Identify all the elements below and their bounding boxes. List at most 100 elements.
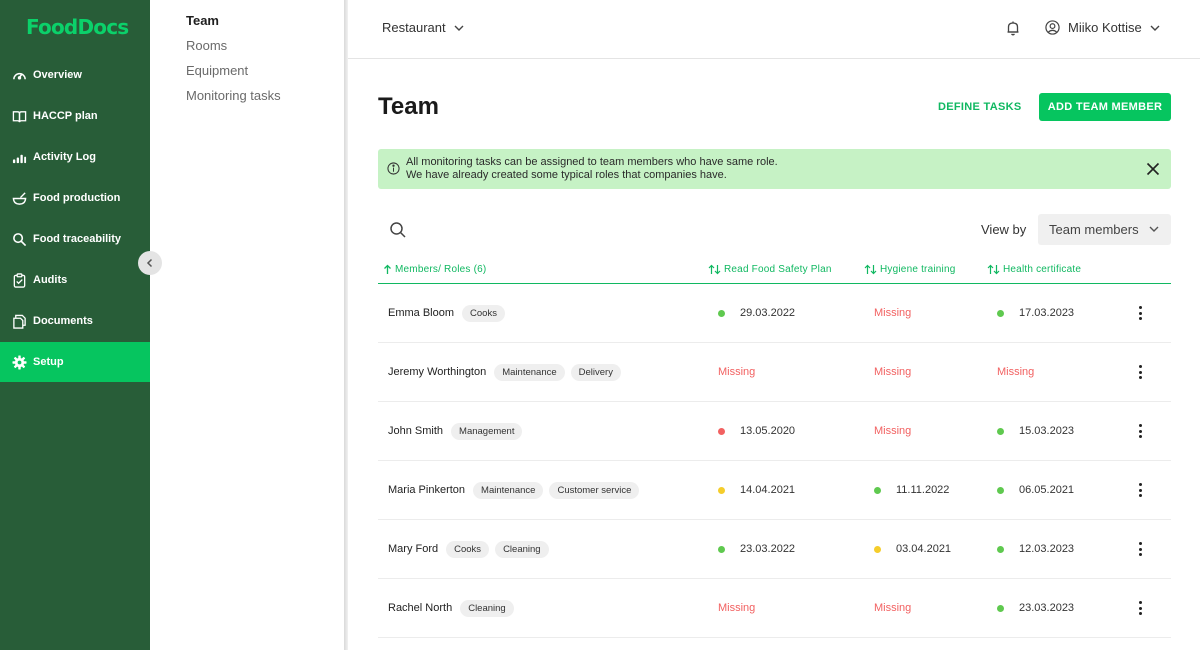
nav-item-label: Setup	[33, 356, 64, 368]
gauge-icon	[13, 72, 26, 80]
cell-hygiene: 03.04.2021	[874, 520, 951, 578]
view-by-value: Team members	[1049, 222, 1139, 237]
status-date: 12.03.2023	[1019, 543, 1075, 555]
chevron-left-icon	[146, 258, 153, 268]
status-dot	[874, 545, 881, 553]
status-date: 11.11.2022	[896, 484, 950, 496]
define-tasks-button[interactable]: DEFINE TASKS	[928, 93, 1031, 121]
nav-item-label: Documents	[33, 315, 93, 327]
member-name[interactable]: Jeremy Worthington	[388, 366, 486, 378]
role-chip: Customer service	[549, 481, 640, 499]
missing-status: Missing	[874, 366, 912, 378]
nav-item-label: Food production	[33, 192, 121, 204]
row-actions-menu-icon[interactable]	[1134, 540, 1146, 558]
member-cell: John Smith Management	[388, 402, 523, 460]
status-dot	[718, 427, 725, 435]
nav-item-documents[interactable]: Documents	[0, 301, 150, 341]
notifications-bell-icon[interactable]	[1005, 20, 1021, 36]
search-icon[interactable]	[389, 221, 407, 239]
table-row[interactable]: Jeremy Worthington Maintenance Delivery Mis…	[378, 343, 1171, 402]
nav-item-setup[interactable]: Setup	[0, 342, 150, 382]
nav-item-food-production[interactable]: Food production	[0, 178, 150, 218]
setup-subnav: Team Rooms Equipment Monitoring tasks	[150, 0, 344, 650]
column-header-food-safety-plan[interactable]: Read Food Safety Plan	[708, 264, 832, 275]
status-date: 14.04.2021	[740, 484, 796, 496]
app-logo[interactable]: FoodDocs	[26, 15, 129, 39]
nav-item-overview[interactable]: Overview	[0, 55, 150, 95]
search-icon	[13, 232, 27, 246]
member-name[interactable]: Mary Ford	[388, 543, 438, 555]
subnav-item-equipment[interactable]: Equipment	[186, 63, 248, 78]
column-header-hygiene-training[interactable]: Hygiene training	[864, 264, 955, 275]
role-chip: Maintenance	[494, 363, 565, 381]
nav-item-label: Food traceability	[33, 233, 122, 245]
subnav-item-team[interactable]: Team	[186, 13, 219, 28]
column-header-members[interactable]: Members/ Roles (6)	[383, 264, 486, 275]
status-date: 17.03.2023	[1019, 307, 1075, 319]
missing-status: Missing	[874, 307, 912, 319]
role-chip: Cleaning	[495, 540, 549, 558]
location-select[interactable]: Restaurant	[382, 20, 464, 35]
nav-item-food-traceability[interactable]: Food traceability	[0, 219, 150, 259]
cell-health: Missing	[997, 343, 1034, 401]
status-date: 23.03.2022	[740, 543, 796, 555]
status-dot	[718, 486, 725, 494]
nav-item-audits[interactable]: Audits	[0, 260, 150, 300]
bar-chart-icon	[12, 154, 27, 163]
table-row[interactable]: Maria Pinkerton Maintenance Customer servi…	[378, 461, 1171, 520]
row-actions-menu-icon[interactable]	[1134, 599, 1146, 617]
role-chip: Cleaning	[460, 599, 514, 617]
cell-health: 17.03.2023	[997, 284, 1074, 342]
close-icon[interactable]	[1146, 162, 1160, 176]
status-dot	[874, 486, 881, 494]
row-actions-menu-icon[interactable]	[1134, 363, 1146, 381]
column-header-health-certificate[interactable]: Health certificate	[987, 264, 1081, 275]
table-row[interactable]: Rachel North Cleaning Missing Missing 23.03.…	[378, 579, 1171, 638]
missing-status: Missing	[718, 366, 756, 378]
row-actions-menu-icon[interactable]	[1134, 304, 1146, 322]
collapse-sidebar-button[interactable]	[138, 251, 162, 275]
member-name[interactable]: John Smith	[388, 425, 443, 437]
role-chip: Cooks	[446, 540, 490, 558]
table-row[interactable]: Emma Bloom Cooks 29.03.2022 Missing 17.03.20…	[378, 284, 1171, 343]
chevron-down-icon	[454, 25, 464, 31]
sort-up-icon	[384, 264, 391, 274]
role-chip: Maintenance	[473, 481, 544, 499]
sort-both-icon	[987, 264, 1000, 275]
nav-item-activity-log[interactable]: Activity Log	[0, 137, 150, 177]
column-header-label: Members/ Roles (6)	[395, 264, 487, 275]
user-name: Miiko Kottise	[1068, 20, 1142, 35]
column-header-label: Health certificate	[1003, 264, 1082, 275]
cell-health: 06.05.2021	[997, 461, 1074, 519]
add-team-member-button[interactable]: ADD TEAM MEMBER	[1039, 93, 1171, 121]
member-name[interactable]: Rachel North	[388, 602, 452, 614]
role-chip: Cooks	[462, 304, 505, 322]
nav-item-label: Overview	[33, 69, 82, 81]
table-row[interactable]: Mary Ford Cooks Cleaning 23.03.2022 03.04.20…	[378, 520, 1171, 579]
cell-food-safety: 14.04.2021	[718, 461, 795, 519]
status-dot	[997, 545, 1004, 553]
cell-food-safety: 29.03.2022	[718, 284, 795, 342]
subnav-item-rooms[interactable]: Rooms	[186, 38, 227, 53]
member-cell: Rachel North Cleaning	[388, 579, 514, 637]
row-actions-menu-icon[interactable]	[1134, 481, 1146, 499]
row-actions-menu-icon[interactable]	[1134, 422, 1146, 440]
view-by-select[interactable]: Team members	[1038, 214, 1171, 245]
status-dot	[997, 486, 1004, 494]
table-row[interactable]: John Smith Management 13.05.2020 Missing 15.…	[378, 402, 1171, 461]
sort-both-icon	[708, 264, 721, 275]
status-date: 03.04.2021	[896, 543, 952, 555]
user-menu[interactable]: Miiko Kottise	[1045, 20, 1160, 35]
cell-health: 15.03.2023	[997, 402, 1074, 460]
member-name[interactable]: Maria Pinkerton	[388, 484, 465, 496]
subnav-item-monitoring-tasks[interactable]: Monitoring tasks	[186, 88, 281, 103]
bowl-icon	[12, 191, 27, 205]
member-name[interactable]: Emma Bloom	[388, 307, 454, 319]
info-banner-line-1: All monitoring tasks can be assigned to …	[406, 156, 778, 168]
status-dot	[718, 545, 725, 553]
missing-status: Missing	[718, 602, 756, 614]
location-label: Restaurant	[382, 20, 446, 35]
clipboard-icon	[13, 272, 26, 288]
column-header-label: Hygiene training	[880, 264, 956, 275]
nav-item-haccp-plan[interactable]: HACCP plan	[0, 96, 150, 136]
